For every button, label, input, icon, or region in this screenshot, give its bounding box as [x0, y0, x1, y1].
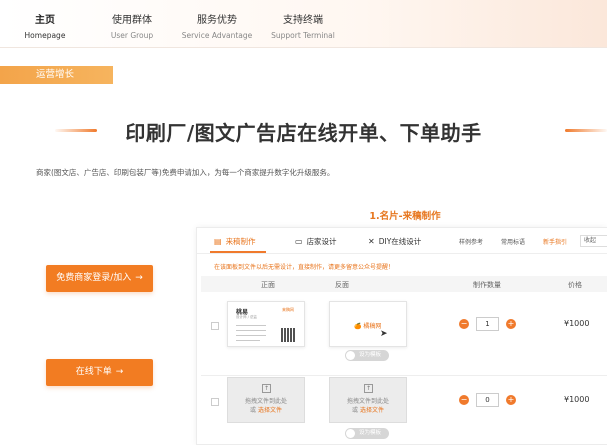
- panel-tabs: ▤ 来稿制作 ▭ 店家设计 ✕ DIY在线设计 样例参考 常用标语 新手指引 收起: [197, 228, 607, 254]
- back-logo: 🍊 橘稿网: [354, 323, 382, 330]
- drop-hint-line: 拖拽文件到此处: [346, 398, 389, 405]
- arrow-right-icon: →: [115, 367, 124, 377]
- document-icon: ▤: [214, 237, 222, 246]
- drop-hint-choose: 或 选择文件: [228, 406, 304, 415]
- row-checkbox[interactable]: [211, 398, 219, 406]
- decrease-button[interactable]: −: [459, 319, 469, 329]
- front-card-preview[interactable]: 桃易 设计师 / 总监 来稿网: [227, 301, 305, 347]
- nav-label-cn: 主页: [35, 15, 55, 26]
- card-logo: 来稿网: [282, 307, 294, 312]
- price-value: ¥1000: [564, 319, 590, 328]
- price-value: ¥1000: [564, 395, 590, 404]
- header-front: 正面: [261, 281, 275, 289]
- toggle-knob: [346, 351, 355, 360]
- nav-item-service-advantage[interactable]: 服务优势 Service Advantage: [180, 15, 254, 42]
- template-toggle[interactable]: 设为模板: [345, 350, 389, 361]
- toggle-label: 设为模板: [359, 430, 382, 436]
- tab-label: DIY在线设计: [378, 237, 422, 246]
- tools-icon: ✕: [368, 237, 375, 246]
- guide-link[interactable]: 新手指引: [543, 237, 567, 246]
- drop-hint: 拖拽文件到此处 或 选择文件: [330, 397, 406, 415]
- choose-file-link[interactable]: 选择文件: [360, 407, 384, 414]
- header-price: 价格: [568, 281, 582, 289]
- toggle-label: 设为模板: [359, 352, 382, 358]
- back-upload-area[interactable]: ↑ 拖拽文件到此处 或 选择文件: [329, 377, 407, 423]
- quantity-input[interactable]: 0: [476, 393, 499, 407]
- table-row: ↑ 拖拽文件到此处 或 选择文件 ↑ 拖拽文件到此处 或 选择文件 设为模板 −…: [201, 376, 607, 444]
- sample-link[interactable]: 样例参考: [459, 237, 483, 246]
- toggle-knob: [346, 429, 355, 438]
- card-text-line: [236, 330, 266, 331]
- drop-hint-line: 拖拽文件到此处: [244, 398, 287, 405]
- demo-subtitle: 1.名片-来稿制作: [369, 211, 441, 222]
- slogan-link[interactable]: 常用标语: [501, 237, 525, 246]
- nav-label-en: Service Advantage: [181, 31, 253, 40]
- upload-icon: ↑: [364, 384, 373, 393]
- header-back: 反面: [335, 281, 349, 289]
- section-tag: 运营增长: [0, 66, 113, 84]
- row-checkbox[interactable]: [211, 322, 219, 330]
- nav-label-en: Homepage: [24, 31, 66, 40]
- card-text-line: [236, 325, 266, 326]
- online-order-button-label: 在线下单: [75, 367, 112, 377]
- header-quantity: 制作数量: [473, 281, 501, 289]
- front-upload-area[interactable]: ↑ 拖拽文件到此处 或 选择文件: [227, 377, 305, 423]
- tab-diy-design[interactable]: ✕ DIY在线设计: [368, 236, 421, 247]
- collapse-select[interactable]: 收起: [580, 235, 607, 247]
- increase-button[interactable]: +: [506, 319, 516, 329]
- drop-prefix: 或: [352, 407, 360, 414]
- register-button[interactable]: 免费商家登录/加入 →: [46, 265, 153, 292]
- drop-hint-choose: 或 选择文件: [330, 406, 406, 415]
- nav-label-en: User Group: [110, 31, 154, 40]
- nav-item-homepage[interactable]: 主页 Homepage: [22, 15, 68, 42]
- tab-label: 来稿制作: [225, 237, 256, 246]
- monitor-icon: ▭: [295, 237, 303, 246]
- card-role: 设计师 / 总监: [236, 315, 257, 319]
- increase-button[interactable]: +: [506, 395, 516, 405]
- order-demo-panel: ▤ 来稿制作 ▭ 店家设计 ✕ DIY在线设计 样例参考 常用标语 新手指引 收起 在…: [196, 227, 607, 445]
- nav-item-user-group[interactable]: 使用群体 User Group: [105, 15, 159, 42]
- template-toggle[interactable]: 设为模板: [345, 428, 389, 439]
- qr-code-icon: [281, 328, 295, 342]
- nav-label-cn: 服务优势: [197, 15, 237, 26]
- notice-text: 在该面板到文件以后无需设计，直接制作，请更多留意公众号提醒！: [214, 264, 395, 271]
- card-text-line: [236, 335, 266, 336]
- table-header: 正面 反面 制作数量 价格: [201, 276, 607, 292]
- back-card-preview[interactable]: 🍊 橘稿网 ➤: [329, 301, 407, 347]
- nav-label-cn: 支持终端: [283, 15, 323, 26]
- online-order-button[interactable]: 在线下单 →: [46, 359, 153, 386]
- choose-file-link[interactable]: 选择文件: [258, 407, 282, 414]
- title-decoration-right: [565, 129, 607, 132]
- decrease-button[interactable]: −: [459, 395, 469, 405]
- drop-hint: 拖拽文件到此处 或 选择文件: [228, 397, 304, 415]
- tab-label: 店家设计: [306, 237, 337, 246]
- table-row: 桃易 设计师 / 总监 来稿网 🍊 橘稿网 ➤ 设为模板 − 1 + ¥1000: [201, 292, 607, 376]
- nav-item-support-terminal[interactable]: 支持终端 Support Terminal: [268, 15, 338, 42]
- register-button-label: 免费商家登录/加入: [56, 273, 132, 283]
- arrow-right-icon: →: [135, 273, 143, 283]
- mouse-cursor-icon: ➤: [380, 329, 388, 339]
- drop-prefix: 或: [250, 407, 258, 414]
- quantity-input[interactable]: 1: [476, 317, 499, 331]
- top-nav: 主页 Homepage 使用群体 User Group 服务优势 Service…: [0, 0, 607, 48]
- nav-label-en: Support Terminal: [271, 31, 335, 40]
- nav-label-cn: 使用群体: [112, 15, 152, 26]
- upload-icon: ↑: [262, 384, 271, 393]
- card-text-line: [236, 340, 260, 341]
- page-title: 印刷厂/图文广告店在线开单、下单助手: [125, 121, 482, 145]
- tab-shop-design[interactable]: ▭ 店家设计: [295, 236, 337, 247]
- active-tab-indicator: [210, 251, 266, 253]
- intro-text: 商家(图文店、广告店、印刷包装厂等)免费申请加入，为每一个商家提升数字化升级服务…: [36, 168, 335, 177]
- tab-manuscript[interactable]: ▤ 来稿制作: [214, 236, 256, 247]
